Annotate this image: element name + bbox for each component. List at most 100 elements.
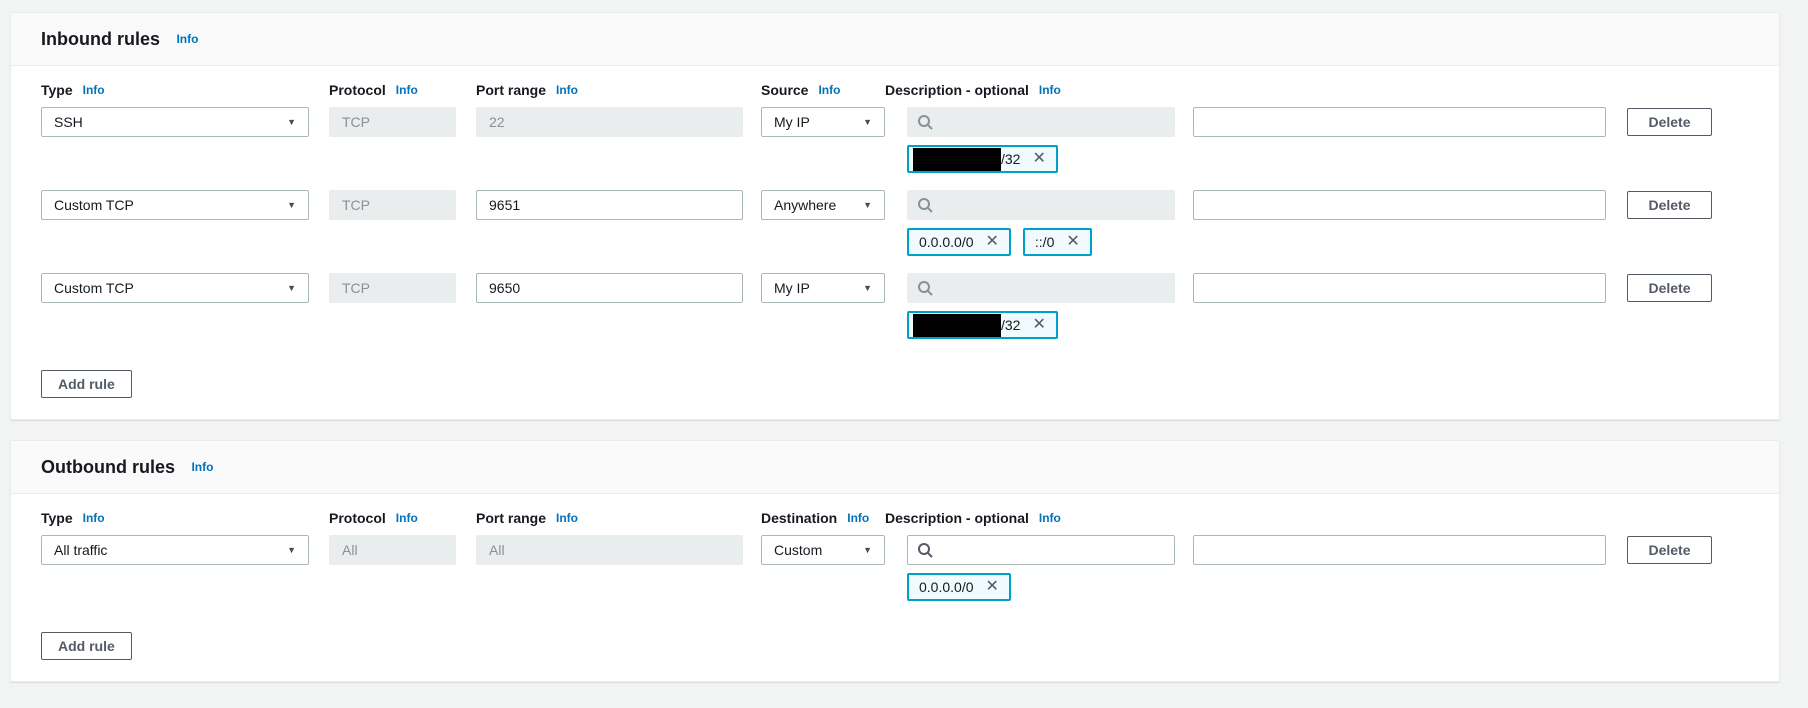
cidr-tag: ::/0 ✕ [1023, 228, 1092, 256]
description-column-header: Description - optional Info [885, 82, 1298, 98]
inbound-rule-row: Custom TCP ▼ My IP ▼ Delete /32 ✕ [41, 273, 1749, 339]
protocol-field [329, 535, 456, 565]
inbound-column-headers: Type Info Protocol Info Port range Info Sou… [41, 82, 1749, 98]
search-icon [917, 114, 933, 130]
remove-cidr-icon[interactable]: ✕ [1032, 151, 1045, 167]
protocol-column-label: Protocol [329, 82, 386, 98]
inbound-rules-panel: Inbound rules Info Type Info Protocol Info… [10, 12, 1780, 420]
type-column-header: Type Info [41, 82, 309, 98]
source-cidr-search-input [907, 273, 1175, 303]
description-column-label: Description - optional [885, 510, 1029, 526]
delete-rule-button[interactable]: Delete [1627, 536, 1712, 564]
search-icon [917, 280, 933, 296]
cidr-tag-text: ::/0 [1035, 234, 1054, 250]
remove-cidr-icon[interactable]: ✕ [1066, 234, 1079, 250]
source-select[interactable]: My IP▼ [761, 107, 885, 137]
search-icon [917, 542, 933, 558]
type-info-link[interactable]: Info [83, 83, 105, 97]
port-range-field[interactable] [476, 190, 743, 220]
description-input[interactable] [1193, 535, 1606, 565]
cidr-tag: 0.0.0.0/0 ✕ [907, 228, 1011, 256]
destination-cidr-search-input[interactable] [907, 535, 1175, 565]
type-select-value: Custom TCP [54, 197, 134, 213]
source-column-label: Source [761, 82, 808, 98]
protocol-info-link[interactable]: Info [396, 511, 418, 525]
source-select-value: My IP [774, 280, 810, 296]
port-range-column-label: Port range [476, 510, 546, 526]
description-input[interactable] [1193, 107, 1606, 137]
chevron-down-icon: ▼ [287, 283, 296, 293]
destination-column-header: Destination Info [761, 510, 885, 526]
cidr-tag-text: /32 [1001, 151, 1020, 167]
destination-column-label: Destination [761, 510, 837, 526]
outbound-rules-title: Outbound rules [41, 457, 175, 478]
inbound-rules-body: Type Info Protocol Info Port range Info Sou… [11, 66, 1779, 419]
source-column-header: Source Info [761, 82, 885, 98]
description-input[interactable] [1193, 273, 1606, 303]
destination-info-link[interactable]: Info [847, 511, 869, 525]
type-select[interactable]: All traffic▼ [41, 535, 309, 565]
inbound-rule-row: Custom TCP ▼ Anywhere ▼ Delete 0.0.0.0/0 ✕ [41, 190, 1749, 256]
protocol-field [329, 107, 456, 137]
type-column-label: Type [41, 510, 73, 526]
cidr-tag: 0.0.0.0/0 ✕ [907, 573, 1011, 601]
inbound-rules-title: Inbound rules [41, 29, 160, 50]
outbound-rules-info-link[interactable]: Info [191, 460, 213, 474]
inbound-rules-header: Inbound rules Info [11, 13, 1779, 66]
description-info-link[interactable]: Info [1039, 511, 1061, 525]
destination-select[interactable]: Custom▼ [761, 535, 885, 565]
source-select[interactable]: Anywhere ▼ [761, 190, 885, 220]
delete-rule-button[interactable]: Delete [1627, 274, 1712, 302]
description-info-link[interactable]: Info [1039, 83, 1061, 97]
type-select-value: Custom TCP [54, 280, 134, 296]
inbound-rules-info-link[interactable]: Info [176, 32, 198, 46]
source-cidr-tags: /32 ✕ [907, 145, 1749, 173]
chevron-down-icon: ▼ [863, 283, 872, 293]
cidr-tag: /32 ✕ [907, 311, 1058, 339]
chevron-down-icon: ▼ [863, 200, 872, 210]
type-column-label: Type [41, 82, 73, 98]
type-select[interactable]: Custom TCP ▼ [41, 190, 309, 220]
remove-cidr-icon[interactable]: ✕ [1032, 317, 1045, 333]
description-input[interactable] [1193, 190, 1606, 220]
description-column-label: Description - optional [885, 82, 1029, 98]
type-select-value: SSH [54, 114, 83, 130]
cidr-tag-text: 0.0.0.0/0 [919, 234, 974, 250]
source-cidr-tags: /32 ✕ [907, 311, 1749, 339]
type-select[interactable]: SSH ▼ [41, 107, 309, 137]
source-cidr-search-input [907, 190, 1175, 220]
protocol-column-header: Protocol Info [329, 510, 456, 526]
search-icon [917, 197, 933, 213]
delete-rule-button[interactable]: Delete [1627, 191, 1712, 219]
type-info-link[interactable]: Info [83, 511, 105, 525]
port-range-field[interactable] [476, 273, 743, 303]
chevron-down-icon: ▼ [287, 117, 296, 127]
source-cidr-search-input [907, 107, 1175, 137]
source-select[interactable]: My IP ▼ [761, 273, 885, 303]
add-rule-button[interactable]: Add rule [41, 632, 132, 660]
port-range-info-link[interactable]: Info [556, 511, 578, 525]
remove-cidr-icon[interactable]: ✕ [986, 579, 999, 595]
chevron-down-icon: ▼ [287, 545, 296, 555]
add-rule-button[interactable]: Add rule [41, 370, 132, 398]
protocol-field [329, 190, 456, 220]
delete-rule-button[interactable]: Delete [1627, 108, 1712, 136]
source-info-link[interactable]: Info [818, 83, 840, 97]
type-select[interactable]: Custom TCP ▼ [41, 273, 309, 303]
port-range-info-link[interactable]: Info [556, 83, 578, 97]
cidr-tag-text: 0.0.0.0/0 [919, 579, 974, 595]
protocol-column-label: Protocol [329, 510, 386, 526]
protocol-field [329, 273, 456, 303]
cidr-tag-text: /32 [1001, 317, 1020, 333]
source-select-value: Anywhere [774, 197, 836, 213]
remove-cidr-icon[interactable]: ✕ [986, 234, 999, 250]
protocol-info-link[interactable]: Info [396, 83, 418, 97]
port-range-column-label: Port range [476, 82, 546, 98]
destination-cidr-tags: 0.0.0.0/0 ✕ [907, 573, 1749, 601]
redacted-ip-block [913, 314, 1001, 337]
outbound-rules-header: Outbound rules Info [11, 441, 1779, 494]
outbound-column-headers: Type Info Protocol Info Port range Info Des… [41, 510, 1749, 526]
outbound-rules-body: Type Info Protocol Info Port range Info Des… [11, 494, 1779, 681]
cidr-tag: /32 ✕ [907, 145, 1058, 173]
chevron-down-icon: ▼ [287, 200, 296, 210]
